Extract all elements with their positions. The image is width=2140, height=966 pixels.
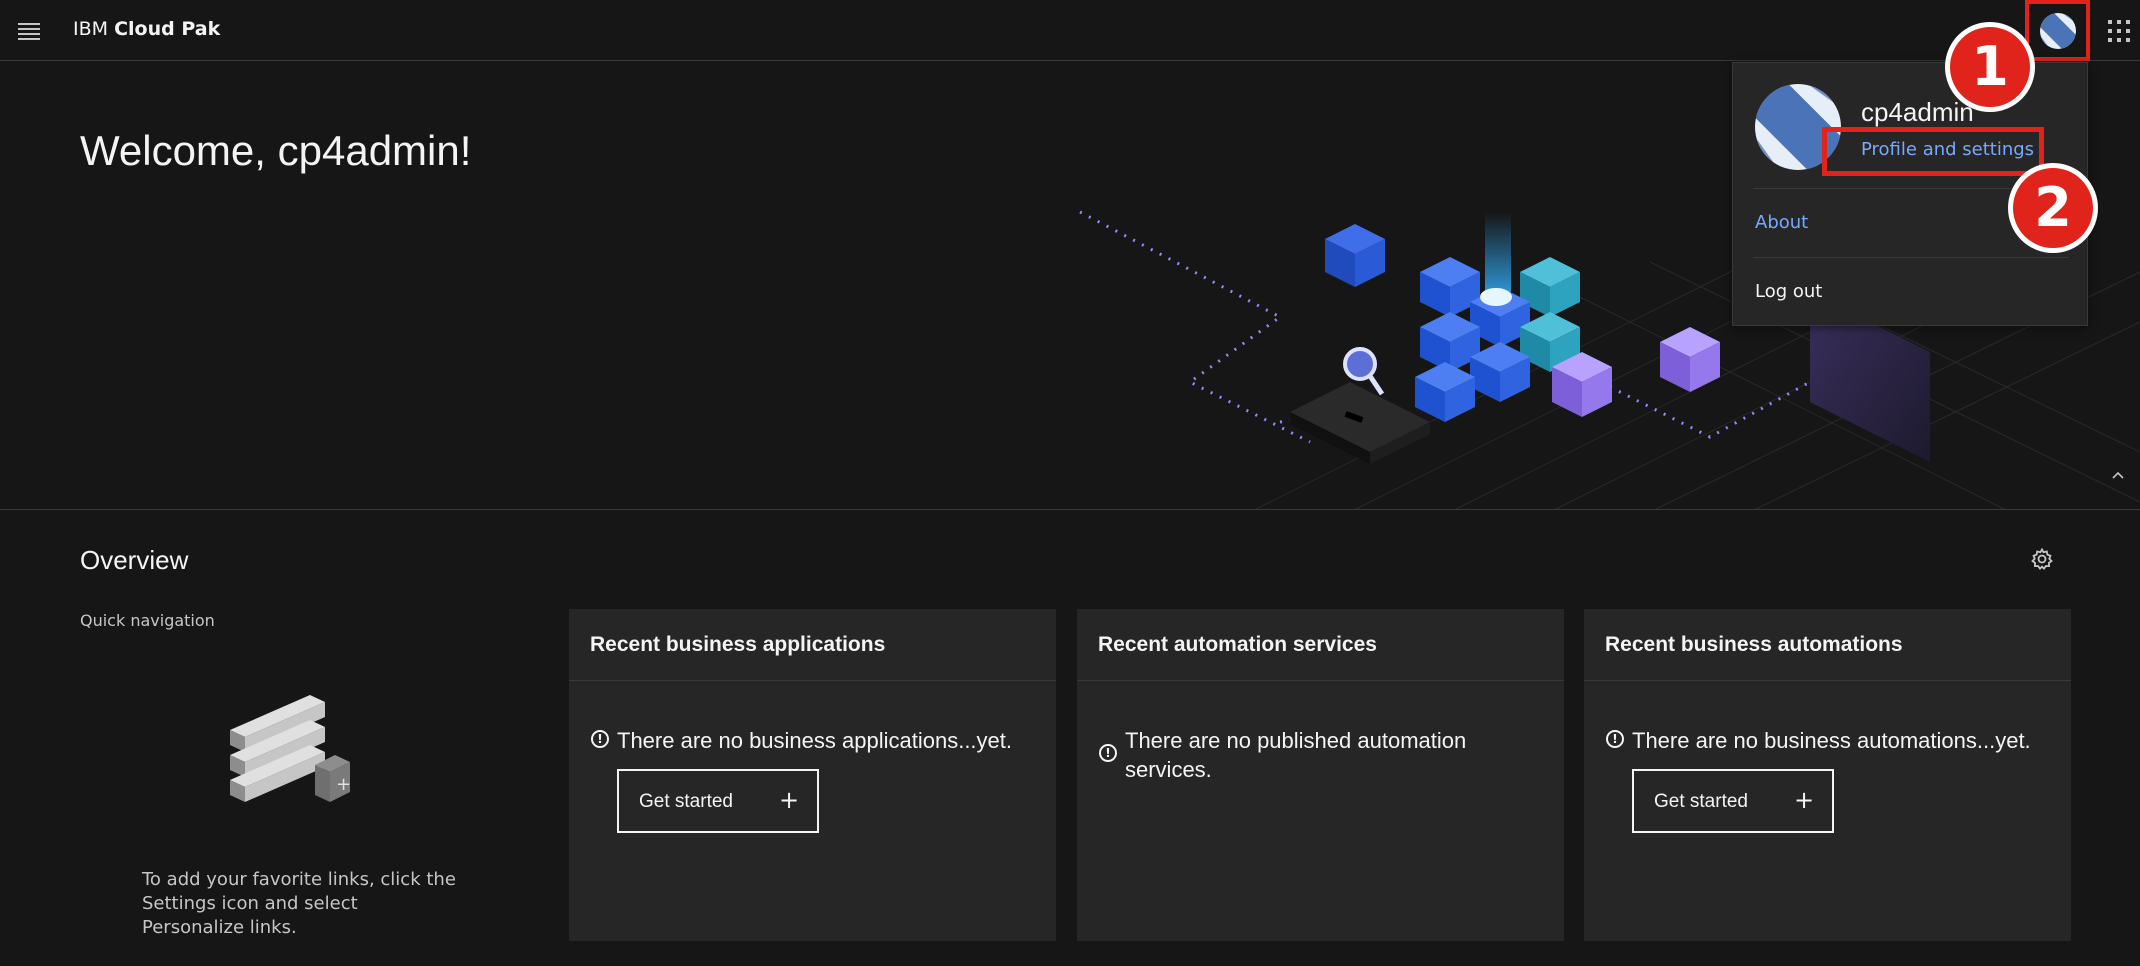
get-started-button[interactable]: Get started +	[617, 769, 819, 833]
top-header: IBM Cloud Pak	[0, 0, 2140, 61]
product-brand[interactable]: IBM Cloud Pak	[73, 18, 220, 40]
quick-navigation-illustration: +	[230, 695, 351, 802]
user-avatar-button[interactable]	[2025, 0, 2090, 61]
highlight-box	[1822, 127, 2044, 176]
menu-icon[interactable]	[14, 16, 44, 46]
info-icon: !	[591, 730, 609, 748]
overview-heading: Overview	[80, 545, 189, 575]
empty-message: There are no business automations...yet.	[1632, 728, 2031, 753]
get-started-button[interactable]: Get started +	[1632, 769, 1834, 833]
svg-text:+: +	[336, 774, 351, 795]
card-recent-business-applications: Recent business applications ! There are…	[569, 609, 1056, 941]
empty-message: There are no business applications...yet…	[617, 728, 1013, 753]
card-title: Recent automation services	[1098, 633, 1377, 656]
brand-prefix: IBM	[73, 18, 109, 40]
avatar-icon	[2040, 13, 2076, 49]
card-recent-automation-services: Recent automation services ! There are n…	[1077, 609, 1564, 941]
plus-icon: +	[1794, 786, 1815, 814]
logout-link[interactable]: Log out	[1755, 281, 1822, 302]
button-label: Get started	[1654, 791, 1748, 812]
quick-navigation-hint: To add your favorite links, click the Se…	[142, 869, 456, 938]
gear-icon[interactable]	[2030, 547, 2054, 571]
step-badge-1: 1	[1945, 22, 2035, 112]
about-link[interactable]: About	[1755, 212, 1808, 233]
plus-icon: +	[779, 786, 800, 814]
quick-navigation-label: Quick navigation	[80, 611, 215, 630]
info-icon: !	[1606, 730, 1624, 748]
divider	[1584, 680, 2071, 681]
divider	[569, 680, 1056, 681]
info-icon: !	[1099, 744, 1117, 762]
app-switcher-icon[interactable]	[2108, 20, 2130, 42]
card-recent-business-automations: Recent business automations ! There are …	[1584, 609, 2071, 941]
empty-message: There are no published automation servic…	[1125, 728, 1467, 782]
username-label: cp4admin	[1861, 97, 1974, 127]
divider	[1753, 257, 2069, 258]
divider	[1077, 680, 1564, 681]
button-label: Get started	[639, 791, 733, 812]
brand-name: Cloud Pak	[114, 18, 221, 40]
card-title: Recent business automations	[1605, 633, 1903, 656]
chevron-up-icon[interactable]	[2110, 467, 2130, 487]
step-badge-2: 2	[2008, 163, 2098, 253]
card-title: Recent business applications	[590, 633, 886, 656]
welcome-heading: Welcome, cp4admin!	[80, 127, 472, 174]
